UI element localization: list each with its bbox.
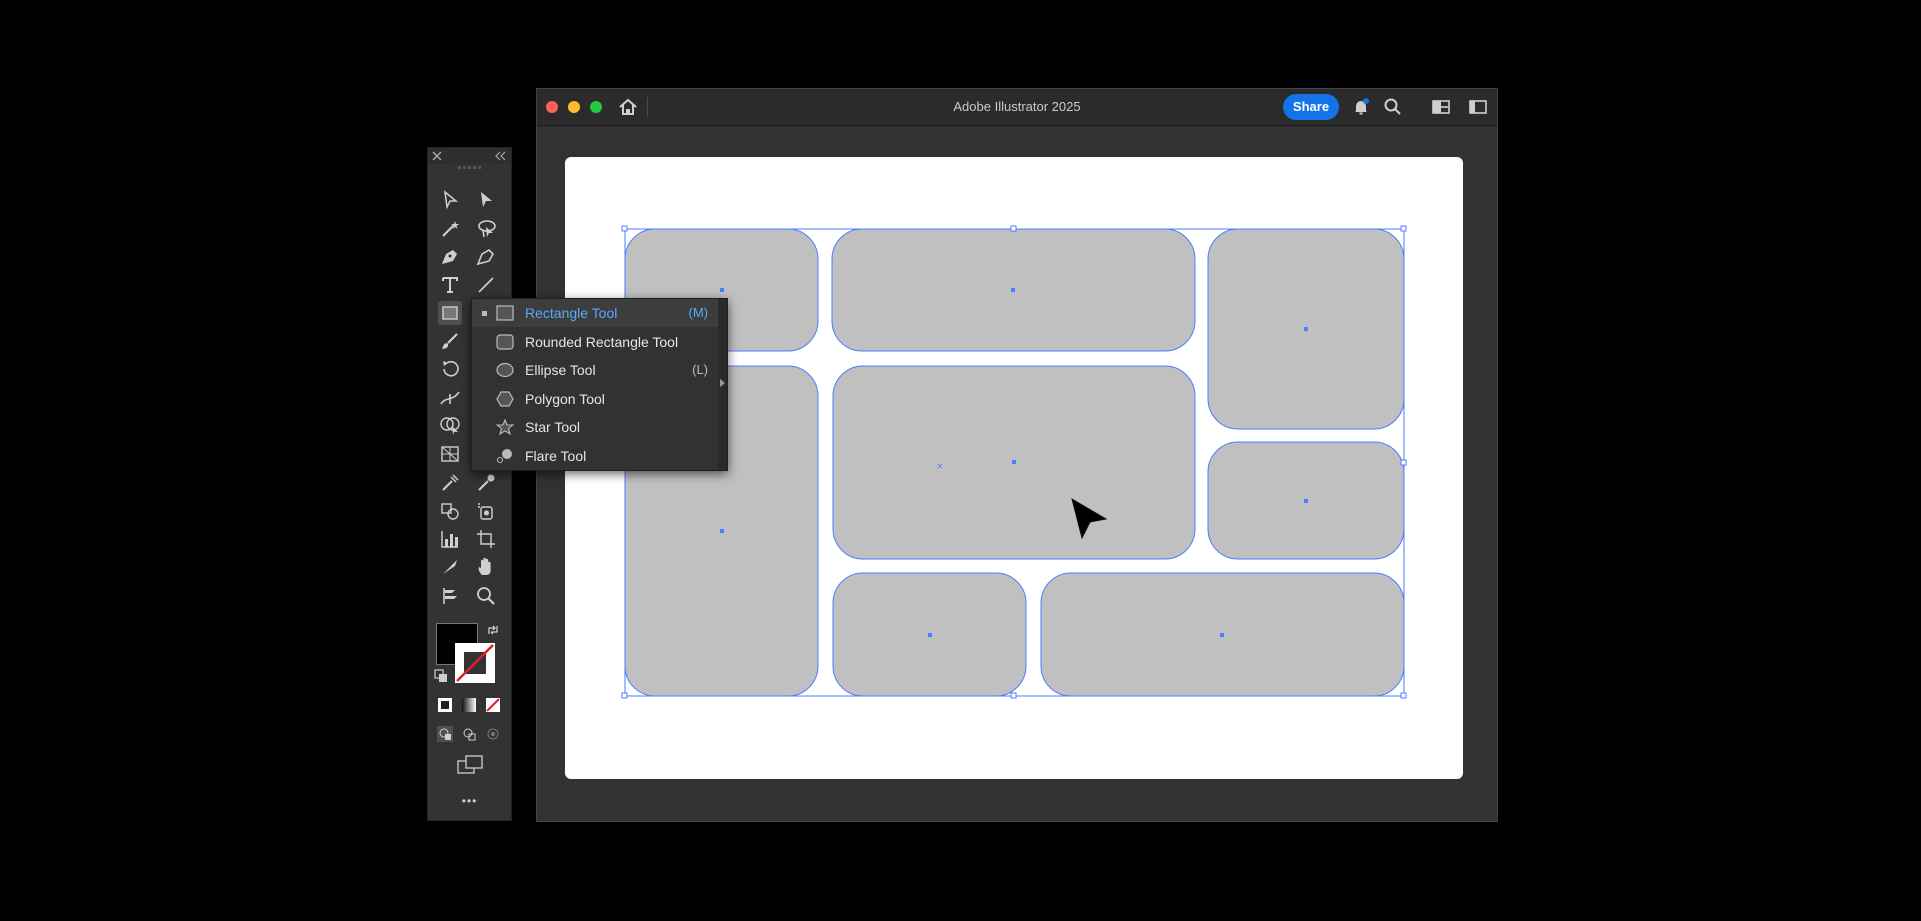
flyout-item-rounded-rectangle-tool[interactable]: Rounded Rectangle Tool <box>472 328 720 356</box>
gradient-mesh-tool-icon[interactable] <box>438 471 462 495</box>
line-segment-tool-icon[interactable] <box>474 273 498 297</box>
type-tool-icon[interactable] <box>438 273 462 297</box>
draw-normal-icon[interactable] <box>437 726 453 742</box>
artboard-tool-icon[interactable] <box>474 527 498 551</box>
magic-wand-tool-icon[interactable] <box>438 217 462 241</box>
slice-tool-icon[interactable] <box>438 555 462 579</box>
flyout-item-polygon-tool[interactable]: Polygon Tool <box>472 385 720 413</box>
width-tool-icon[interactable] <box>438 386 462 410</box>
ellipse-icon <box>496 362 514 378</box>
change-screen-mode-icon[interactable] <box>457 755 485 775</box>
flare-icon <box>496 449 512 464</box>
flyout-item-star-tool[interactable]: Star Tool <box>472 413 720 441</box>
paintbrush-tool-icon[interactable] <box>438 329 462 353</box>
curvature-tool-icon[interactable] <box>474 245 498 269</box>
none-mode-icon[interactable] <box>485 697 501 713</box>
tools-panel: ••• <box>427 147 512 821</box>
shape-builder-tool-icon[interactable] <box>438 414 462 438</box>
puppet-warp-tool-icon[interactable] <box>438 584 462 608</box>
star-icon <box>496 419 514 435</box>
zoom-tool-icon[interactable] <box>474 584 498 608</box>
collapse-panel-icon[interactable] <box>494 151 506 161</box>
default-fill-stroke-icon[interactable] <box>434 669 448 683</box>
edit-toolbar-button[interactable]: ••• <box>428 794 511 808</box>
flyout-item-rectangle-tool[interactable]: Rectangle Tool (M) <box>472 299 720 327</box>
color-mode-icon[interactable] <box>437 697 453 713</box>
selection-tool-icon[interactable] <box>438 188 462 212</box>
rectangle-tool-icon[interactable] <box>438 301 462 325</box>
flyout-item-ellipse-tool[interactable]: Ellipse Tool (L) <box>472 356 720 384</box>
draw-behind-icon[interactable] <box>461 726 477 742</box>
swap-fill-stroke-icon[interactable] <box>486 623 500 637</box>
panel-grip-icon[interactable] <box>458 166 482 170</box>
tools-panel-header[interactable] <box>428 148 511 169</box>
shape-tools-flyout: Rectangle Tool (M) Rounded Rectangle Too… <box>471 298 728 471</box>
symbol-sprayer-tool-icon[interactable] <box>474 499 498 523</box>
svg-text:×: × <box>936 462 944 472</box>
eyedropper-tool-icon[interactable] <box>474 471 498 495</box>
blend-tool-icon[interactable] <box>438 499 462 523</box>
artwork-layer: × <box>621 225 1407 699</box>
draw-inside-icon[interactable] <box>485 726 501 742</box>
hand-tool-icon[interactable] <box>474 555 498 579</box>
flyout-tearoff-strip[interactable] <box>718 299 727 470</box>
polygon-icon <box>496 391 514 407</box>
lasso-tool-icon[interactable] <box>474 217 498 241</box>
selected-bullet-icon <box>482 311 487 316</box>
stroke-color-swatch[interactable] <box>455 643 495 683</box>
rounded-rectangle-icon <box>496 334 514 350</box>
gradient-mode-icon[interactable] <box>461 697 477 713</box>
direct-selection-tool-icon[interactable] <box>474 188 498 212</box>
flyout-item-flare-tool[interactable]: Flare Tool <box>472 442 720 470</box>
tearoff-arrow-icon <box>720 379 725 387</box>
close-panel-icon[interactable] <box>432 151 442 161</box>
rectangle-icon <box>496 305 514 321</box>
column-graph-tool-icon[interactable] <box>438 527 462 551</box>
mouse-pointer-icon <box>1071 497 1108 540</box>
rotate-tool-icon[interactable] <box>438 357 462 381</box>
pen-tool-icon[interactable] <box>438 245 462 269</box>
perspective-grid-tool-icon[interactable] <box>438 442 462 466</box>
